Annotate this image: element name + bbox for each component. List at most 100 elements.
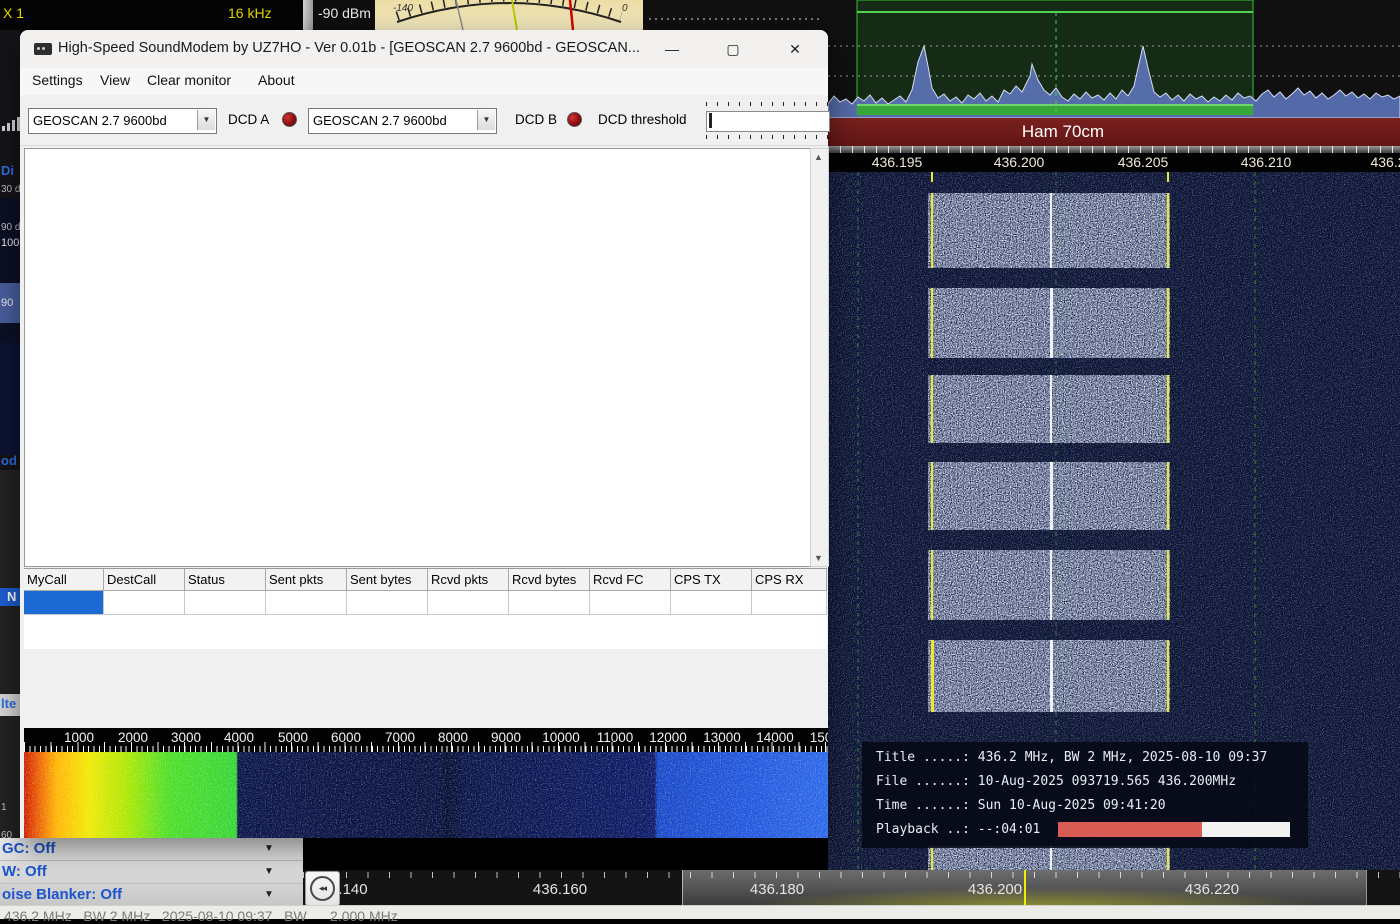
monitor-area[interactable] (24, 148, 815, 567)
menu-clear-monitor[interactable]: Clear monitor (147, 72, 231, 88)
scroll-down-icon[interactable]: ▼ (811, 550, 826, 566)
tune-label-436220: 436.220 (1185, 881, 1239, 898)
noise-blanker-label: oise Blanker: Off (2, 886, 122, 903)
table-cell[interactable] (347, 591, 428, 615)
agc-label: GC: Off (2, 840, 55, 857)
noise-blanker-dropdown[interactable]: oise Blanker: Off ▼ (0, 884, 303, 905)
playback-progress-track[interactable] (1058, 822, 1290, 837)
bw-dropdown[interactable]: W: Off ▼ (0, 861, 303, 884)
modem-app-icon (34, 43, 52, 55)
table-cell[interactable] (671, 591, 752, 615)
col-status[interactable]: Status (185, 569, 266, 591)
menu-bar: Settings View Clear monitor About (20, 68, 828, 95)
left-fragment-lte: lte (1, 696, 16, 711)
chevron-down-icon: ▼ (264, 843, 274, 854)
power-readout: -90 dBm (313, 0, 375, 30)
tuning-bar[interactable]: .140 436.160 436.180 436.200 436.220 (303, 870, 1400, 905)
zoom-mult-label: X 1 (3, 5, 24, 21)
status-bar-text: 436.2 MHz BW 2 MHz 2025-08-10 09:37 BW 2… (4, 908, 398, 924)
table-cell[interactable] (590, 591, 671, 615)
table-cell[interactable] (185, 591, 266, 615)
packet-burst (928, 375, 1170, 443)
left-fragment-n: N (7, 589, 16, 604)
col-sent-pkts[interactable]: Sent pkts (266, 569, 347, 591)
audio-waterfall[interactable] (24, 752, 828, 838)
col-rcvd-pkts[interactable]: Rcvd pkts (428, 569, 509, 591)
packet-burst (928, 640, 1170, 712)
frequency-ruler-ticks[interactable] (828, 146, 1400, 153)
title-bar[interactable]: High-Speed SoundModem by UZ7HO - Ver 0.0… (20, 30, 828, 68)
info-time-line: Time ......: Sun 10-Aug-2025 09:41:20 (876, 798, 1166, 813)
col-rcvd-fc[interactable]: Rcvd FC (590, 569, 671, 591)
segment-separator (682, 870, 683, 905)
rewind-button[interactable]: ◂◂ (305, 871, 340, 906)
col-mycall[interactable]: MyCall (24, 569, 104, 591)
left-fragment-30d: 30 d (1, 184, 20, 195)
col-cps-rx[interactable]: CPS RX (752, 569, 827, 591)
monitor-scrollbar[interactable]: ▲ ▼ (810, 148, 829, 567)
col-cps-tx[interactable]: CPS TX (671, 569, 752, 591)
recording-info-panel: Title .....: 436.2 MHz, BW 2 MHz, 2025-0… (862, 742, 1308, 848)
modem-a-select[interactable]: GEOSCAN 2.7 9600bd ▼ (28, 108, 217, 134)
tune-label-436200: 436.200 (968, 881, 1022, 898)
close-button[interactable]: ✕ (773, 30, 817, 68)
left-fragment-90d: 90 d (1, 222, 20, 233)
left-fragment-od: od (1, 453, 17, 468)
table-cell[interactable] (752, 591, 827, 615)
modem-b-select[interactable]: GEOSCAN 2.7 9600bd ▼ (308, 108, 497, 134)
menu-about[interactable]: About (258, 72, 295, 88)
col-rcvd-bytes[interactable]: Rcvd bytes (509, 569, 590, 591)
audio-frequency-scale: 1000 2000 3000 4000 5000 6000 7000 8000 … (24, 728, 828, 752)
modem-toolbar: GEOSCAN 2.7 9600bd ▼ DCD A GEOSCAN 2.7 9… (20, 95, 828, 146)
freq-label-436210: 436.210 (1241, 154, 1292, 170)
threshold-slider-thumb[interactable] (709, 113, 712, 128)
soundmodem-window: High-Speed SoundModem by UZ7HO - Ver 0.0… (20, 30, 828, 838)
agc-dropdown[interactable]: GC: Off ▼ (0, 838, 303, 861)
dcd-b-label: DCD B (515, 112, 557, 127)
spectrum-plot (828, 0, 1400, 118)
signal-meter: -140 0 (375, 0, 643, 30)
table-cell[interactable] (428, 591, 509, 615)
tune-label-436160: 436.160 (533, 881, 587, 898)
info-title-line: Title .....: 436.2 MHz, BW 2 MHz, 2025-0… (876, 750, 1267, 765)
dsp-controls-panel: GC: Off ▼ W: Off ▼ oise Blanker: Off ▼ (0, 838, 303, 905)
meter-min-label: -140 (393, 3, 413, 14)
span-width-label: 16 kHz (228, 5, 272, 21)
spectrum-display[interactable] (828, 0, 1400, 118)
maximize-button[interactable]: ▢ (711, 30, 755, 68)
table-cell-selected[interactable] (24, 591, 104, 615)
tuned-frequency-marker (1024, 870, 1026, 905)
menu-view[interactable]: View (100, 72, 130, 88)
frequency-ruler-labels[interactable]: 436.195 436.200 436.205 436.210 436.2 (828, 153, 1400, 172)
packet-burst (928, 193, 1170, 268)
light-row-sliver: lte (0, 694, 20, 716)
dcd-a-led (282, 112, 297, 127)
meter-needle-red (570, 0, 573, 30)
rewind-icon: ◂◂ (310, 876, 335, 901)
chevron-down-icon[interactable]: ▼ (477, 110, 495, 130)
connections-table: MyCall DestCall Status Sent pkts Sent by… (24, 568, 827, 649)
minimize-button[interactable]: — (650, 30, 694, 68)
table-cell[interactable] (509, 591, 590, 615)
freq-label-436215: 436.2 (1370, 154, 1400, 170)
freq-label-436200: 436.200 (994, 154, 1045, 170)
packet-burst (928, 550, 1170, 620)
tune-label-436180: 436.180 (750, 881, 804, 898)
col-sent-bytes[interactable]: Sent bytes (347, 569, 428, 591)
meter-needle-gray (456, 0, 463, 30)
meter-side-panel (643, 0, 828, 30)
chevron-down-icon[interactable]: ▼ (197, 110, 215, 130)
table-cell[interactable] (266, 591, 347, 615)
tuning-bar-ticks (303, 872, 1400, 878)
dcd-threshold-slider[interactable] (706, 111, 830, 132)
table-cell[interactable] (104, 591, 185, 615)
dcd-a-label: DCD A (228, 112, 269, 127)
packet-burst (928, 462, 1170, 530)
menu-settings[interactable]: Settings (32, 72, 83, 88)
left-fragment-60: 60 (1, 830, 12, 838)
dcd-b-led (567, 112, 582, 127)
threshold-ticks-bottom (706, 135, 828, 139)
col-destcall[interactable]: DestCall (104, 569, 185, 591)
left-fragment-1: 1 (1, 802, 7, 813)
scroll-up-icon[interactable]: ▲ (811, 149, 826, 165)
